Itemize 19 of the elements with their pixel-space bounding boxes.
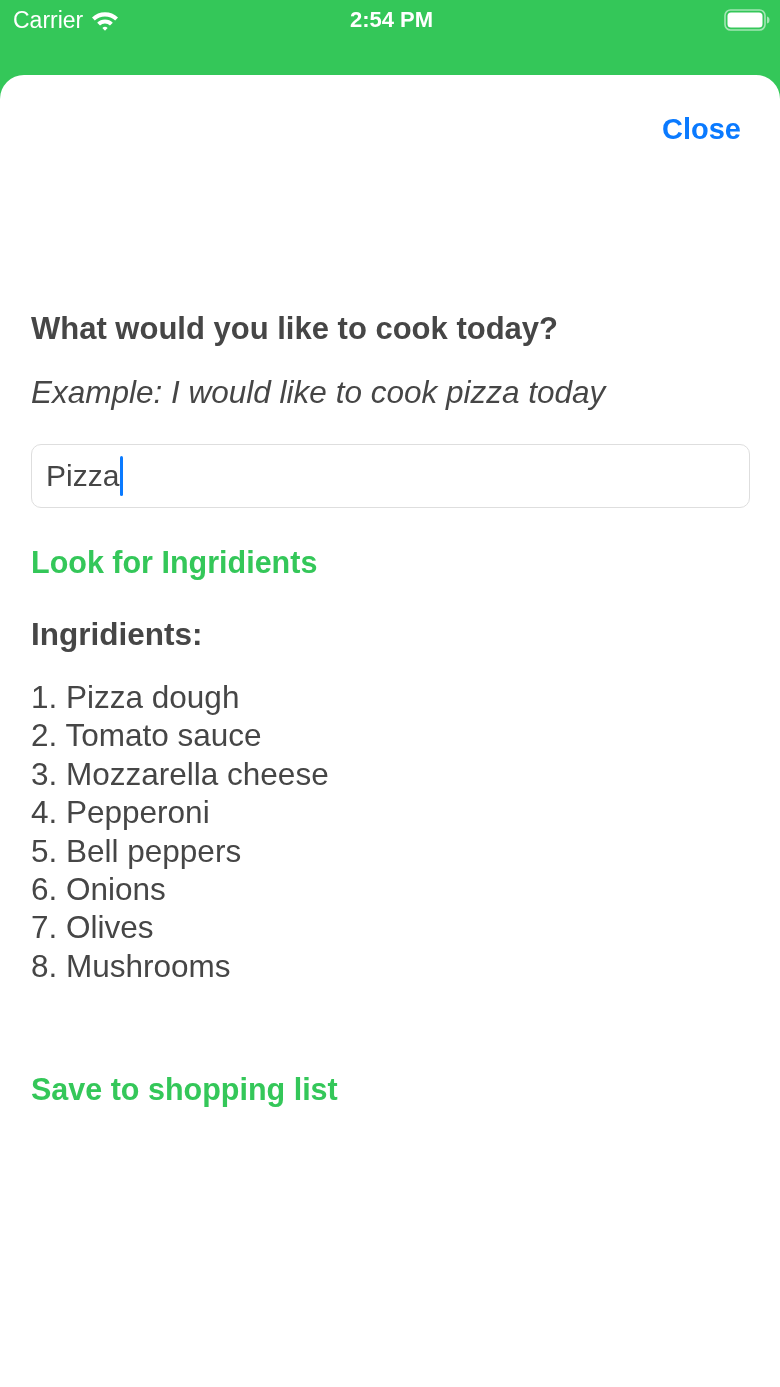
question-label: What would you like to cook today?	[31, 312, 559, 346]
ingredient-item: 7. Olives	[31, 908, 154, 947]
carrier-label: Carrier	[13, 6, 84, 34]
ingredient-item: 5. Bell peppers	[31, 831, 242, 871]
close-button[interactable]: Close	[662, 111, 741, 147]
ingredient-item: 1. Pizza dough	[31, 678, 240, 717]
ingredient-item: 8. Mushrooms	[31, 946, 231, 986]
text-field[interactable]: Pizza	[31, 444, 750, 508]
battery-icon	[724, 9, 770, 31]
ingredient-item: 4. Pepperoni	[31, 793, 210, 832]
ingredients-heading: Ingridients:	[31, 617, 204, 651]
clock-time: 2:54 PM	[349, 7, 434, 33]
ingredient-item: 2. Tomato sauce	[31, 716, 262, 755]
ingredient-item: 6. Onions	[31, 870, 166, 909]
search-ingredients-button[interactable]: Look for Ingridients	[31, 544, 318, 580]
wifi-icon	[91, 9, 120, 31]
ingredient-item: 3. Mozzarella cheese	[31, 754, 329, 794]
example-hint: Example: I would like to cook pizza today	[31, 375, 608, 409]
save-list-button[interactable]: Save to shopping list	[31, 1071, 338, 1108]
